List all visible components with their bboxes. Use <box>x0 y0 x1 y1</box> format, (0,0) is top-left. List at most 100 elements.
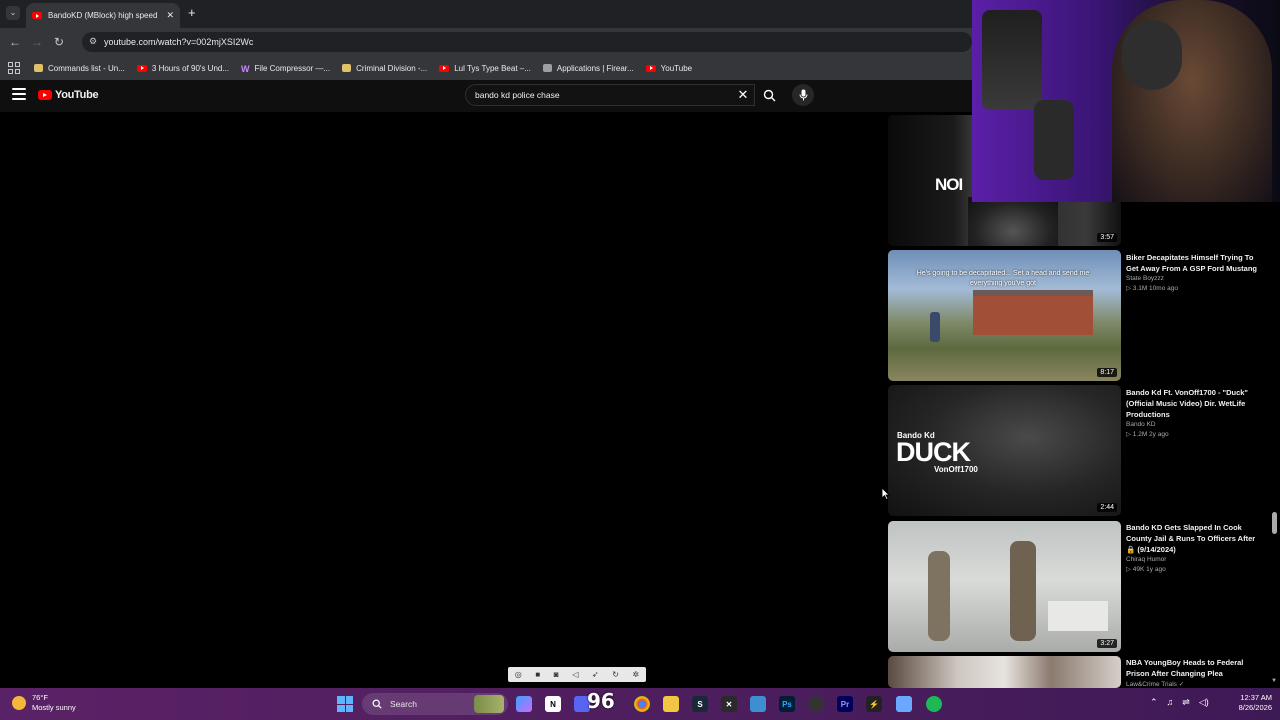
microphone-icon[interactable]: ♫ <box>1167 697 1174 708</box>
bookmark-item[interactable]: Applications | Firear... <box>542 64 634 73</box>
new-tab-button[interactable]: + <box>188 5 196 20</box>
reload-button[interactable]: ↻ <box>48 31 70 53</box>
channel-name[interactable]: State Boyzzz <box>1126 275 1266 282</box>
video-title[interactable]: Biker Decapitates Himself Trying To Get … <box>1126 252 1266 274</box>
scrollbar-thumb[interactable] <box>1272 512 1277 534</box>
scroll-down-arrow-icon[interactable]: ▼ <box>1271 678 1277 684</box>
search-icon <box>372 699 382 709</box>
url-text: youtube.com/watch?v=002mjXSI2Wc <box>104 37 254 47</box>
bookmark-item[interactable]: 3 Hours of 90's Und... <box>136 63 230 73</box>
youtube-play-icon <box>38 90 52 100</box>
notepad-icon[interactable] <box>896 696 912 712</box>
back-button[interactable]: ← <box>4 31 26 53</box>
steam-icon[interactable]: S <box>692 696 708 712</box>
video-meta[interactable]: Bando Kd Ft. VonOff1700 - "Duck" (Offici… <box>1126 387 1266 438</box>
bookmark-label: Criminal Division -... <box>356 63 428 73</box>
photoshop-icon[interactable]: Ps <box>779 696 795 712</box>
sun-icon <box>12 696 26 710</box>
tab-title: BandoKD (MBlock) high speed <box>48 11 158 20</box>
tab-search-button[interactable]: ⌄ <box>6 6 20 20</box>
capture-toolbar: ◎ ■ ◙ ◁ ➶ ↻ ✲ <box>508 667 646 682</box>
network-icon[interactable]: ⇌ <box>1182 697 1190 708</box>
video-thumbnail[interactable]: He's going to be decapitated... Set a he… <box>888 250 1121 381</box>
bookmark-item[interactable]: Criminal Division -... <box>342 64 427 73</box>
search-icon <box>763 89 775 101</box>
taskbar-clock[interactable]: 12:37 AM 8/26/2026 <box>1222 693 1272 713</box>
thumbnail-person <box>968 197 1058 246</box>
folder-icon <box>342 64 352 72</box>
bookmark-label: 3 Hours of 90's Und... <box>151 63 230 73</box>
search-input[interactable]: bando kd police chase <box>465 84 755 106</box>
video-stats: ▷ 3.1M 10mo ago <box>1126 285 1178 292</box>
video-meta[interactable]: Biker Decapitates Himself Trying To Get … <box>1126 252 1266 292</box>
search-button[interactable] <box>755 84 783 106</box>
refresh-icon[interactable]: ↻ <box>612 670 619 679</box>
notion-icon[interactable]: N <box>545 696 561 712</box>
bookmark-item[interactable]: YouTube <box>645 64 692 73</box>
obs-icon[interactable] <box>808 696 824 712</box>
video-title[interactable]: Bando KD Gets Slapped In Cook County Jai… <box>1126 522 1266 555</box>
video-thumbnail[interactable] <box>888 656 1121 688</box>
youtube-logo[interactable]: YouTube <box>38 89 99 101</box>
headphones <box>1122 20 1182 90</box>
channel-name[interactable]: Law&Crime Trials ✓ <box>1126 680 1266 688</box>
video-duration: 3:57 <box>1097 233 1117 242</box>
video-camera-icon[interactable]: ■ <box>535 670 540 679</box>
tab-close-icon[interactable]: ✕ <box>166 10 174 21</box>
channel-name[interactable]: Chiraq Humor <box>1126 556 1266 563</box>
apps-grid-icon[interactable] <box>8 62 20 74</box>
rocket-icon[interactable]: ➶ <box>592 670 599 679</box>
copilot-icon[interactable] <box>516 696 532 712</box>
w-logo-icon: W <box>241 64 250 74</box>
photos-icon[interactable] <box>750 696 766 712</box>
file-explorer-icon[interactable] <box>663 696 679 712</box>
folder-icon <box>34 64 43 72</box>
settings-icon[interactable]: ✲ <box>632 670 639 679</box>
spotify-icon[interactable] <box>926 696 942 712</box>
bookmark-label: Lul Tys Type Beat –... <box>454 63 531 73</box>
shield-icon[interactable]: ◎ <box>515 670 522 679</box>
premiere-icon[interactable]: Pr <box>837 696 853 712</box>
address-bar[interactable]: ⚙ youtube.com/watch?v=002mjXSI2Wc <box>82 32 972 52</box>
voice-search-button[interactable] <box>792 84 814 106</box>
volume-icon[interactable]: ◁) <box>1199 697 1209 708</box>
bookmark-item[interactable]: Lul Tys Type Beat –... <box>439 64 531 73</box>
windows-start-icon[interactable] <box>337 696 353 712</box>
search-highlight-image <box>474 695 504 713</box>
thumbnail-caption: He's going to be decapitated... Set a he… <box>916 270 1090 287</box>
thumbnail-person <box>1010 541 1036 641</box>
thumbnail-building <box>973 290 1093 335</box>
clear-search-icon[interactable]: ✕ <box>736 87 750 103</box>
youtube-favicon-icon <box>645 64 656 72</box>
video-title[interactable]: Bando Kd Ft. VonOff1700 - "Duck" (Offici… <box>1126 387 1266 420</box>
site-info-icon[interactable]: ⚙ <box>89 36 97 47</box>
shield-icon <box>542 64 552 72</box>
youtube-favicon-icon <box>136 64 147 72</box>
streaming-app-icon[interactable]: ⚡ <box>866 696 882 712</box>
thumbnail-person <box>928 551 950 641</box>
video-meta[interactable]: Bando KD Gets Slapped In Cook County Jai… <box>1126 522 1266 573</box>
channel-name[interactable]: Bando KD <box>1126 421 1266 428</box>
video-thumbnail[interactable]: 3:27 <box>888 521 1121 652</box>
video-thumbnail[interactable]: Bando Kd DUCK VonOff1700 2:44 <box>888 385 1121 516</box>
forward-button[interactable]: → <box>26 31 48 53</box>
video-stats: ▷ 1.2M 2y ago <box>1126 431 1169 438</box>
search-label: Search <box>390 699 417 709</box>
video-meta[interactable]: NBA YoungBoy Heads to Federal Prison Aft… <box>1126 657 1266 688</box>
taskbar-search[interactable]: Search <box>362 693 508 715</box>
capcut-icon[interactable]: ✕ <box>721 696 737 712</box>
chevron-up-icon[interactable]: ⌃ <box>1150 697 1158 708</box>
microphone-arm <box>982 10 1042 110</box>
video-title[interactable]: NBA YoungBoy Heads to Federal Prison Aft… <box>1126 657 1266 679</box>
chrome-icon[interactable] <box>634 696 650 712</box>
video-duration: 8:17 <box>1097 368 1117 377</box>
bookmark-label: Commands list - Un... <box>48 63 125 73</box>
tab-active[interactable]: BandoKD (MBlock) high speed ✕ <box>26 3 180 28</box>
mouse-cursor-icon <box>881 487 890 500</box>
weather-widget[interactable]: 76°F Mostly sunny <box>12 693 76 713</box>
bookmark-item[interactable]: W File Compressor —... <box>241 64 330 75</box>
camera-icon[interactable]: ◙ <box>554 670 559 679</box>
speaker-icon[interactable]: ◁ <box>572 670 578 679</box>
hamburger-menu-icon[interactable] <box>12 88 26 100</box>
bookmark-item[interactable]: Commands list - Un... <box>34 64 125 73</box>
